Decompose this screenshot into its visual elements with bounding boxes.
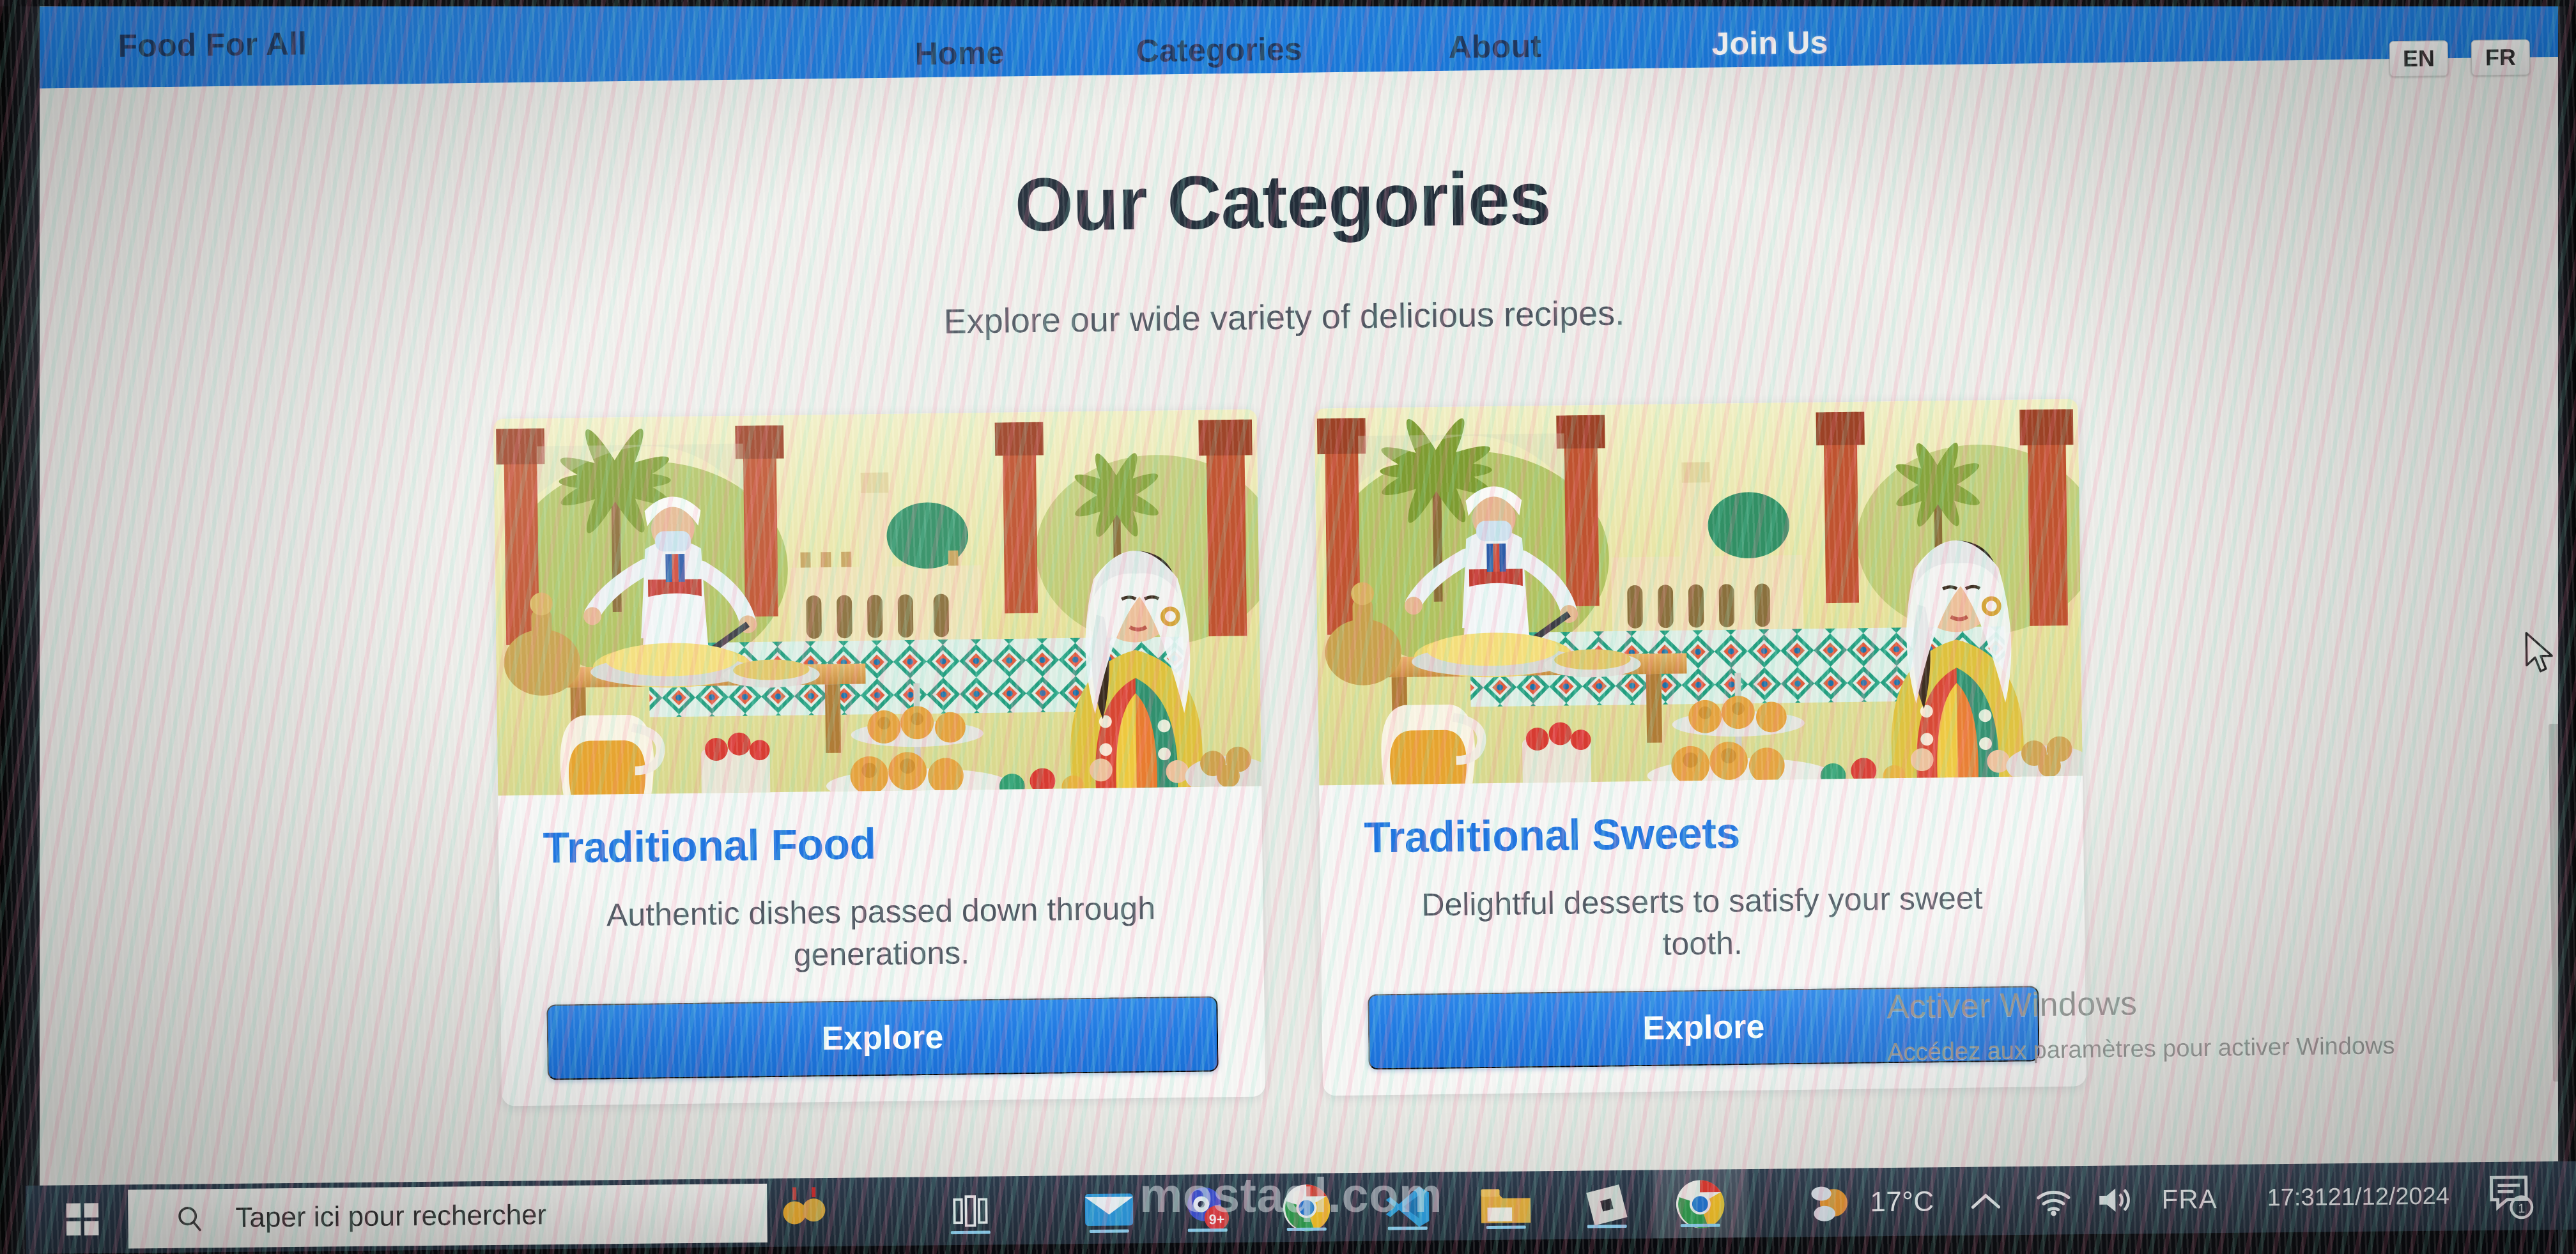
card-title-traditional-sweets: Traditional Sweets [1364,809,1741,862]
browser-page: Food For All Home Categories About Join … [0,0,2576,1198]
chevron-up-icon [1971,1193,2001,1209]
nav-link-about[interactable]: About [1448,27,1541,66]
system-tray: 17°C FRA 17:31 21/12/2024 1 [1809,1161,2534,1237]
folder-icon [1481,1189,1531,1223]
clock-time: 17:31 [2267,1184,2328,1212]
language-button-fr[interactable]: FR [2471,39,2531,76]
clock[interactable]: 17:31 21/12/2024 [2267,1183,2449,1212]
search-icon [178,1207,201,1232]
page-title: Our Categories [1014,156,1552,248]
running-indicator [1486,1225,1526,1230]
running-indicator [1680,1223,1720,1228]
taskbar-icon-mail[interactable] [1074,1184,1144,1235]
taskbar-icon-badged-app[interactable]: 9+ [1173,1183,1242,1235]
keyboard-language-label: FRA [2161,1183,2217,1214]
weather-temperature: 17°C [1870,1185,1934,1218]
vscode-icon [1385,1186,1430,1227]
category-card-traditional-food[interactable]: Traditional Food Authentic dishes passed… [493,409,1265,1106]
running-indicator [1187,1228,1228,1232]
running-indicator [1587,1224,1627,1228]
monitor-photo: Food For All Home Categories About Join … [0,0,2576,1254]
clock-date: 21/12/2024 [2327,1182,2450,1211]
taskbar-icon-task-view[interactable] [936,1185,1005,1237]
running-indicator [1089,1229,1129,1234]
network-button[interactable] [2033,1184,2073,1218]
weather-widget[interactable]: 17°C [1809,1179,1934,1226]
watermark-title: Activer Windows [1886,985,2138,1026]
wifi-icon [2037,1190,2071,1216]
taskbar-search-box[interactable]: Taper ici pour rechercher [128,1183,767,1249]
speaker-icon [2099,1188,2131,1212]
holiday-ornament-icon [783,1187,826,1225]
search-placeholder: Taper ici pour rechercher [235,1199,547,1234]
card-description-traditional-sweets: Delightful desserts to satisfy your swee… [1421,880,1983,962]
monitor-bezel-right [2558,0,2576,1254]
taskbar-icon-file-explorer[interactable] [1471,1180,1541,1232]
page-subtitle: Explore our wide variety of delicious re… [943,294,1625,341]
nav-link-home[interactable]: Home [914,34,1004,73]
weather-cloudy-icon [1811,1186,1847,1221]
chrome-icon [1283,1184,1330,1232]
mouse-cursor [2525,632,2553,673]
keyboard-language-button[interactable]: FRA [2161,1184,2217,1215]
brand-logo[interactable]: Food For All [118,25,307,65]
notification-count: 1 [2518,1202,2525,1216]
language-button-en[interactable]: EN [2389,40,2449,77]
monitor-bezel-top [0,0,2576,6]
windows-activation-watermark: Activer Windows Accédez aux paramètres p… [1886,980,2488,1069]
explore-button-traditional-food[interactable]: Explore [546,996,1219,1080]
svg-text:9+: 9+ [1209,1211,1225,1227]
card-image-traditional-food [493,409,1261,796]
tray-overflow-button[interactable] [1968,1188,2003,1214]
mail-icon [1084,1193,1134,1227]
running-indicator [1286,1227,1327,1232]
roblox-icon [1586,1184,1628,1226]
start-button[interactable] [43,1185,122,1254]
running-indicator [950,1230,991,1235]
site-navbar: Food For All Home Categories About Join … [0,0,2569,89]
nav-link-categories[interactable]: Categories [1136,31,1302,70]
notification-icon: 1 [2489,1175,2533,1219]
taskbar-icon-roblox[interactable] [1572,1179,1642,1231]
screen-surface: Food For All Home Categories About Join … [0,0,2576,1254]
nav-link-join-us[interactable]: Join Us [1711,24,1828,62]
chrome-icon [1676,1180,1725,1228]
volume-button[interactable] [2095,1183,2136,1217]
running-indicator [1387,1226,1428,1230]
card-image-traditional-sweets [1314,399,2083,786]
notification-center-button[interactable]: 1 [2487,1172,2534,1220]
card-title-traditional-food: Traditional Food [543,820,877,873]
taskbar-icon-chrome-active[interactable] [1665,1178,1735,1230]
taskbar-icon-vscode[interactable] [1373,1181,1442,1233]
windows-logo-icon [66,1202,99,1235]
messages-icon: 9+ [1187,1187,1230,1230]
task-view-icon [953,1195,988,1227]
taskbar-icon-chrome[interactable] [1272,1182,1341,1234]
monitor-bezel-left [0,0,40,1254]
card-description-traditional-food: Authentic dishes passed down through gen… [606,890,1156,973]
